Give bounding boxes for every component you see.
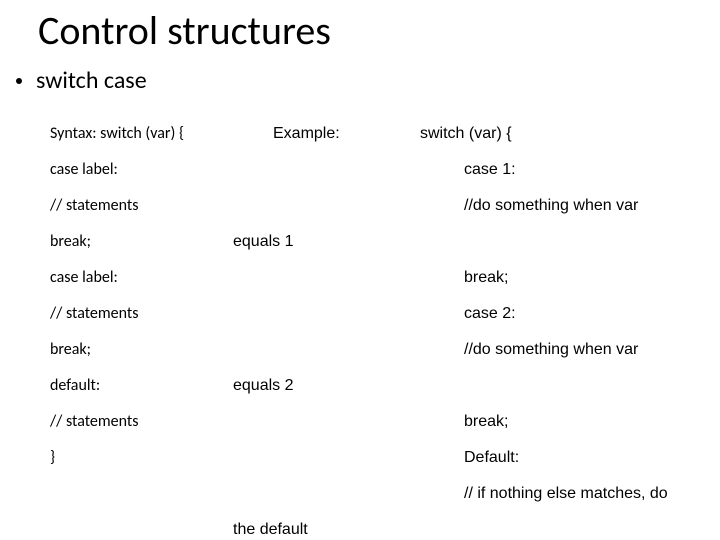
example-line: break; [420,404,720,440]
blank-line [225,440,420,476]
syntax-line: // statements [50,296,225,332]
example-line: case 1: [420,152,720,188]
bullet-row: switch case [16,66,147,95]
blank-line [225,152,420,188]
blank-line [420,224,720,260]
blank-line [420,512,720,540]
blank-line [225,188,420,224]
bullet-text: switch case [36,66,147,95]
example-line: case 2: [420,296,720,332]
syntax-line: } [50,440,225,476]
example-line: break; [420,260,720,296]
example-line: Default: [420,440,720,476]
syntax-line: // statements [50,404,225,440]
syntax-line: break; [50,332,225,368]
slide: Control structures switch case Syntax: s… [0,0,720,540]
example-code-column: switch (var) { case 1: //do something wh… [420,116,720,540]
syntax-line: Syntax: switch (var) { [50,116,225,152]
example-wrap: equals 1 [225,224,420,260]
syntax-line: break; [50,224,225,260]
example-line: //do something when var [420,332,720,368]
syntax-column: Syntax: switch (var) { case label: // st… [0,116,225,540]
syntax-line: // statements [50,188,225,224]
blank-line [225,260,420,296]
blank-line [225,404,420,440]
example-wrap: the default [225,512,420,540]
example-line: // if nothing else matches, do [420,476,720,512]
syntax-line: default: [50,368,225,404]
example-line: switch (var) { [420,116,720,152]
syntax-line: case label: [50,152,225,188]
page-title: Control structures [38,6,331,55]
example-label: Example: [225,116,420,152]
syntax-line: case label: [50,260,225,296]
example-line: //do something when var [420,188,720,224]
example-label-column: Example: equals 1 equals 2 the default [225,116,420,540]
content-columns: Syntax: switch (var) { case label: // st… [0,116,720,540]
blank-line [225,296,420,332]
blank-line [225,332,420,368]
example-wrap: equals 2 [225,368,420,404]
blank-line [420,368,720,404]
bullet-dot-icon [16,78,22,84]
blank-line [225,476,420,512]
